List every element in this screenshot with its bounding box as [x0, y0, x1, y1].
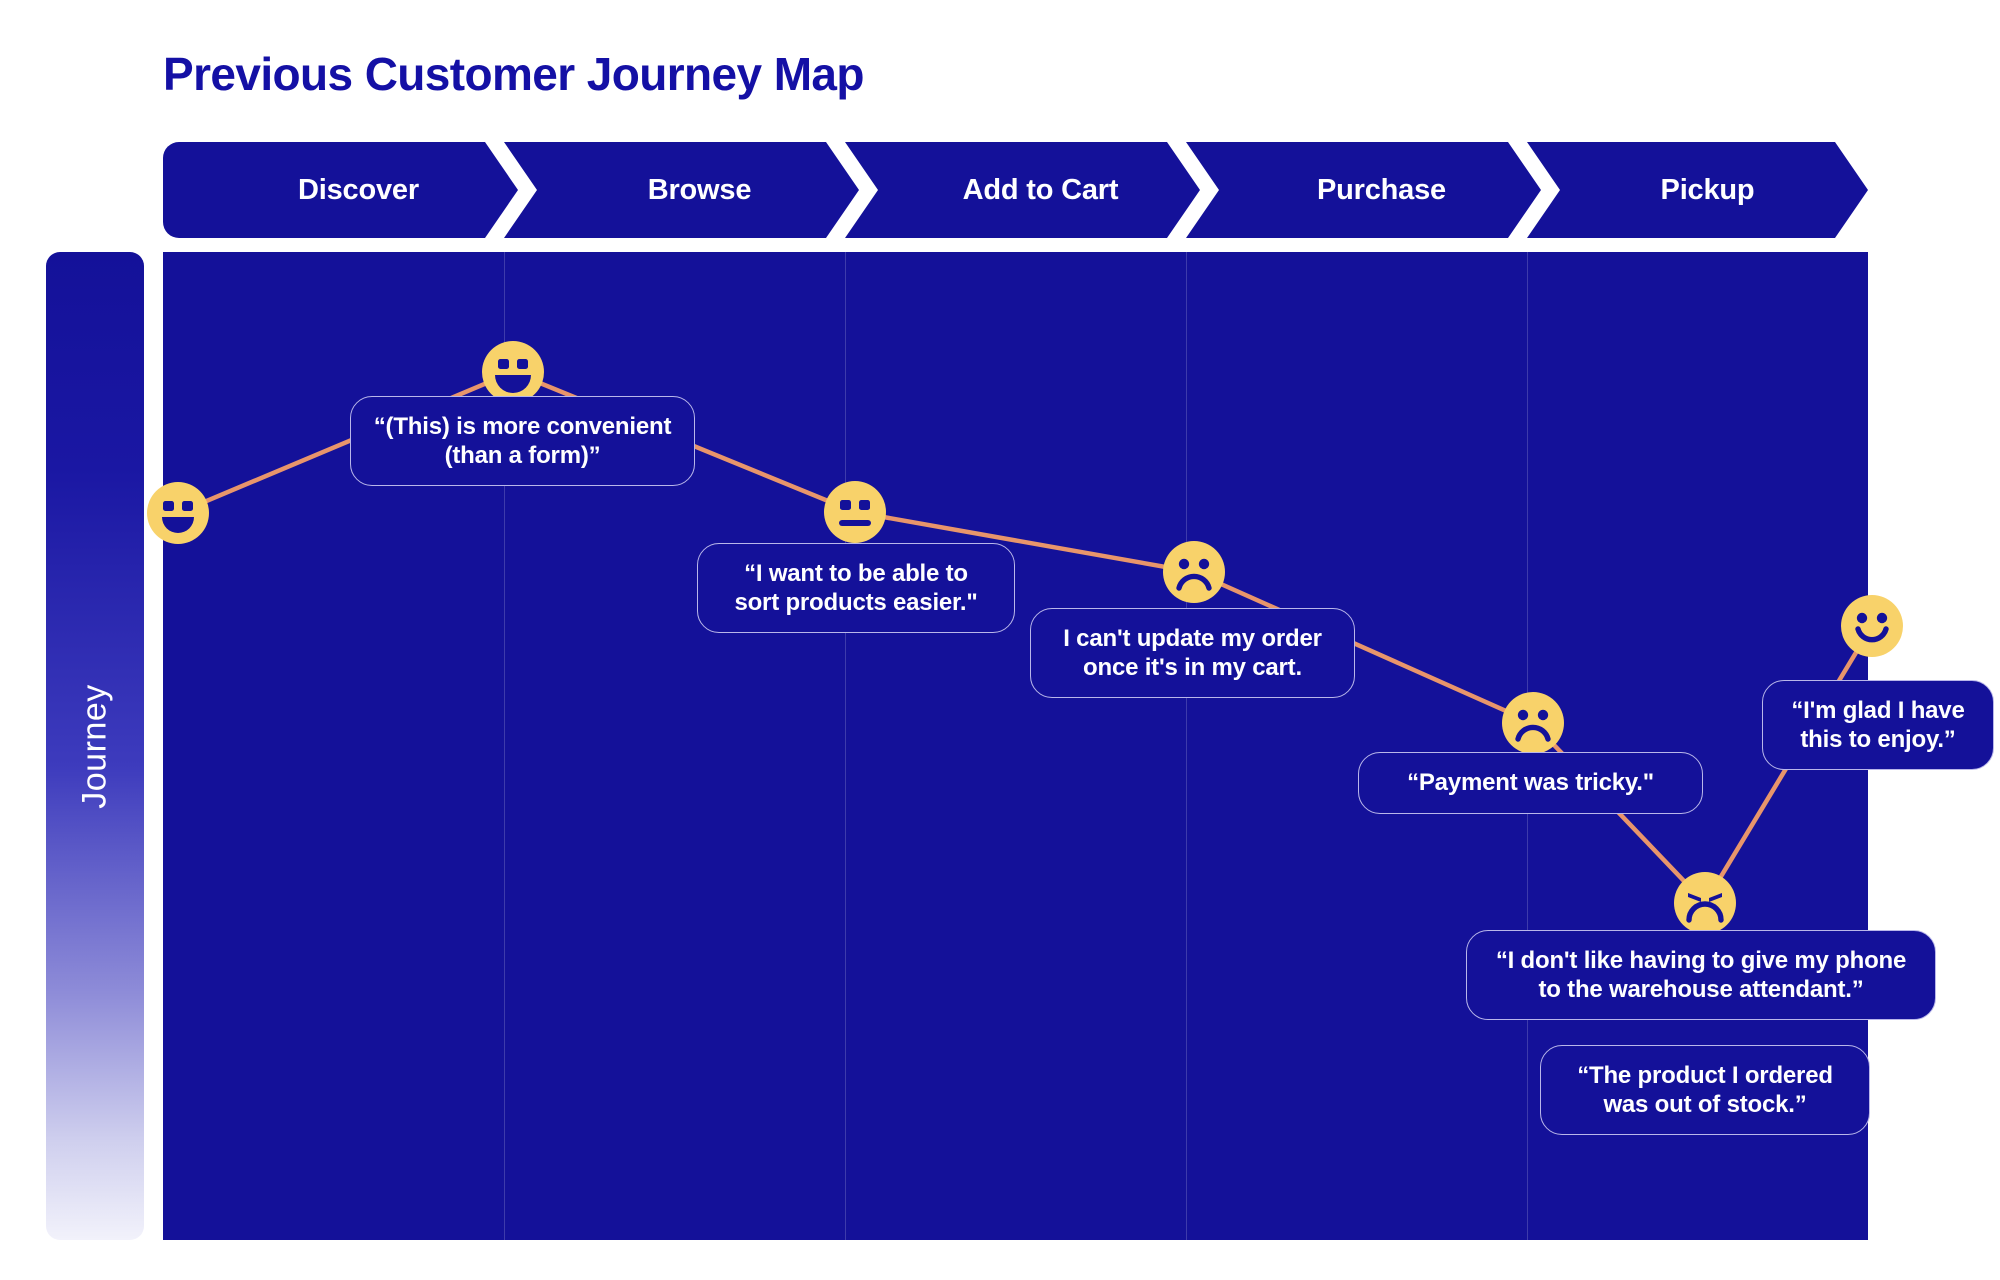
- quote-line-1: “(This) is more convenient: [373, 412, 672, 440]
- quote-line-2: this to enjoy.”: [1800, 726, 1956, 753]
- quote-bubble[interactable]: “I want to be able to sort products easi…: [697, 543, 1015, 633]
- quote-bubble[interactable]: “Payment was tricky.": [1358, 752, 1703, 814]
- quote-line-1: I can't update my order: [1063, 624, 1322, 652]
- quote-line-2: to the warehouse attendant.”: [1538, 976, 1864, 1003]
- quote-line-1: “The product I ordered: [1577, 1061, 1833, 1089]
- face-sad-icon: [1502, 692, 1564, 754]
- quote-line-2: was out of stock.”: [1603, 1091, 1807, 1118]
- quote-line-2: sort products easier.": [734, 589, 978, 616]
- quote-line-1: “I don't like having to give my phone: [1495, 946, 1907, 974]
- face-smile-icon: [1841, 595, 1903, 657]
- quote-line-2: (than a form)”: [444, 442, 601, 469]
- quote-line-1: “I want to be able to: [744, 559, 968, 587]
- quote-bubble[interactable]: “(This) is more convenient (than a form)…: [350, 396, 695, 486]
- quote-line-1: “I'm glad I have: [1791, 696, 1965, 724]
- face-laugh-icon: [482, 341, 544, 403]
- face-sad-icon: [1163, 541, 1225, 603]
- quote-line-1: “Payment was tricky.": [1407, 769, 1654, 797]
- quote-line-2: once it's in my cart.: [1083, 654, 1302, 681]
- face-happy-icon: [147, 482, 209, 544]
- quote-bubble[interactable]: “The product I ordered was out of stock.…: [1540, 1045, 1870, 1135]
- quote-bubble[interactable]: I can't update my order once it's in my …: [1030, 608, 1355, 698]
- quote-bubble[interactable]: “I don't like having to give my phone to…: [1466, 930, 1936, 1020]
- quote-bubble[interactable]: “I'm glad I have this to enjoy.”: [1762, 680, 1994, 770]
- face-angry-icon: [1674, 872, 1736, 934]
- face-neutral-icon: [824, 481, 886, 543]
